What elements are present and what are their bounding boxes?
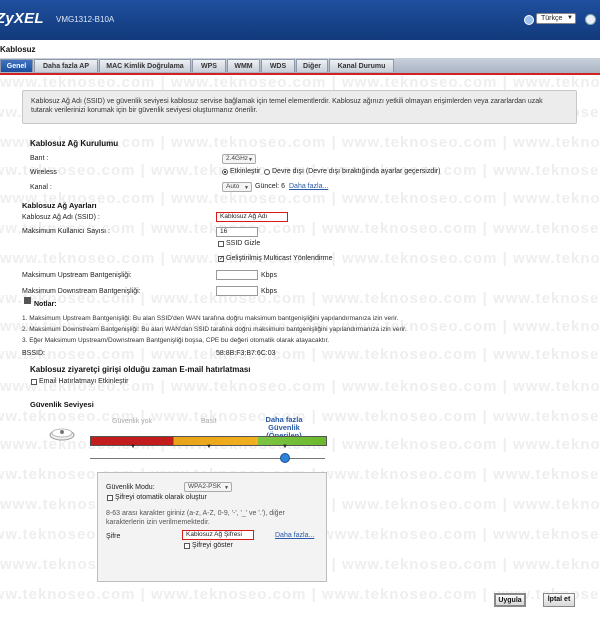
ssid-input[interactable]: Kablosuz Ağ Adı	[216, 212, 288, 222]
security-mode-value: WPA2-PSK	[188, 483, 222, 490]
watermark-text: www.teknoseo.com | www.teknoseo.com | ww…	[0, 74, 600, 91]
disable-radio[interactable]	[264, 169, 270, 175]
channel-label: Kanal :	[30, 184, 52, 191]
page-title: Kablosuz	[0, 45, 36, 54]
hide-ssid-checkbox[interactable]	[218, 241, 224, 247]
notes-title: Notlar:	[34, 301, 57, 308]
note-3: 3. Eğer Maksimum Upstream/Downstream Ban…	[22, 337, 330, 344]
band-value: 2.4GHz	[226, 155, 249, 162]
channel-more-link[interactable]: Daha fazla...	[289, 183, 328, 190]
password-input[interactable]: Kablosuz Ağ Şifresi	[182, 530, 254, 540]
tab-wds[interactable]: WDS	[261, 59, 295, 72]
tab-bar: Genel Daha fazla AP MAC Kimlik Doğrulama…	[0, 58, 600, 75]
device-model: VMG1312-B10A	[56, 15, 115, 24]
tick-high-icon: ▼	[282, 444, 288, 450]
watermark-text: www.teknoseo.com | www.teknoseo.com | ww…	[0, 586, 600, 603]
max-clients-input[interactable]: 16	[216, 227, 258, 237]
enable-radio[interactable]	[222, 169, 228, 175]
globe-icon	[524, 15, 534, 25]
chevron-down-icon: ▼	[567, 15, 573, 21]
note-1: 1. Maksimum Upstream Bantgenişliği: Bu a…	[22, 315, 399, 322]
router-icon	[48, 424, 76, 442]
tab-wmm[interactable]: WMM	[227, 59, 260, 72]
upstream-input[interactable]	[216, 270, 258, 280]
guest-title: Kablosuz ziyaretçi girişi olduğu zaman E…	[30, 365, 251, 374]
tab-wps[interactable]: WPS	[192, 59, 226, 72]
network-title: Kablosuz Ağ Ayarları	[22, 201, 97, 210]
tab-channel-status[interactable]: Kanal Durumu	[329, 59, 394, 72]
upstream-unit: Kbps	[261, 272, 277, 279]
tab-more-ap[interactable]: Daha fazla AP	[34, 59, 98, 72]
downstream-input[interactable]	[216, 286, 258, 296]
multicast-label: Geliştirilmiş Multicast Yönlendirme	[226, 255, 333, 262]
security-title: Güvenlik Seviyesi	[30, 400, 94, 409]
note-2: 2. Maksimum Downstream Bantgenişliği: Bu…	[22, 326, 407, 333]
show-password-label: Şifreyi göster	[192, 542, 233, 549]
logout-icon[interactable]	[585, 14, 596, 25]
hide-ssid-label: SSID Gizle	[226, 240, 261, 247]
tab-mac-auth[interactable]: MAC Kimlik Doğrulama	[99, 59, 191, 72]
password-hint-1: 8-63 arası karakter giriniz (a-z, A-Z, 0…	[106, 510, 285, 517]
wireless-label: Wireless	[30, 169, 57, 176]
upstream-label: Maksimum Upstream Bantgenişliği:	[22, 272, 132, 279]
level-basic-label: Basit	[201, 418, 217, 425]
disable-label: Devre dışı (Devre dışı bıraktığında ayar…	[272, 168, 441, 175]
auto-generate-checkbox[interactable]	[107, 495, 113, 501]
watermark-text: www.teknoseo.com | www.teknoseo.com | ww…	[0, 346, 600, 363]
email-reminder-checkbox[interactable]	[31, 379, 37, 385]
show-password-checkbox[interactable]	[184, 543, 190, 549]
chevron-down-icon: ▼	[224, 485, 229, 491]
ssid-label: Kablosuz Ağ Adı (SSID) :	[22, 214, 100, 221]
downstream-label: Maksimum Downstream Bantgenişliği:	[22, 288, 141, 295]
channel-value: Auto	[226, 183, 240, 190]
tab-other[interactable]: Diğer	[296, 59, 328, 72]
password-hint-2: karakterlerin izin verilmemektedir.	[106, 519, 210, 526]
level-low-label: Güvenlik yok	[112, 418, 153, 425]
password-label: Şifre	[106, 533, 121, 540]
multicast-checkbox[interactable]: ✓	[218, 256, 224, 262]
bssid-value: 58:8B:F3:B7:6C:03	[216, 350, 276, 357]
chevron-down-icon: ▼	[244, 185, 249, 191]
note-icon	[24, 297, 31, 304]
band-label: Bant :	[30, 155, 49, 162]
band-select[interactable]: 2.4GHz ▼	[222, 154, 256, 164]
max-clients-label: Maksimum Kullanıcı Sayısı :	[22, 228, 110, 235]
security-mode-select[interactable]: WPA2-PSK ▼	[184, 482, 232, 492]
current-channel: Güncel: 6	[255, 183, 285, 190]
cancel-button[interactable]: İptal et	[543, 593, 575, 607]
info-line-2: tutarak verilerinizi korumak için bir gü…	[31, 107, 258, 114]
apply-button[interactable]: Uygula	[494, 593, 526, 607]
info-line-1: Kablosuz Ağ Adı (SSID) ve güvenlik seviy…	[31, 98, 543, 105]
auto-generate-label: Şifreyi otomatik olarak oluştur	[115, 494, 207, 501]
tab-genel[interactable]: Genel	[0, 59, 33, 72]
security-mode-label: Güvenlik Modu:	[106, 484, 155, 491]
tick-low-icon: ▼	[130, 444, 136, 450]
slider-knob[interactable]	[280, 453, 291, 463]
chevron-down-icon: ▼	[248, 157, 253, 163]
info-box: Kablosuz Ağ Adı (SSID) ve güvenlik seviy…	[22, 90, 577, 124]
brand-logo: ZyXEL	[0, 10, 44, 27]
security-more-link[interactable]: Daha fazla...	[275, 532, 314, 539]
channel-select[interactable]: Auto ▼	[222, 182, 252, 192]
language-select[interactable]: Türkçe ▼	[536, 13, 576, 24]
downstream-unit: Kbps	[261, 288, 277, 295]
tick-basic-icon: ▼	[206, 444, 212, 450]
email-reminder-label: Email Hatırlatmayı Etkinleştir	[39, 378, 129, 385]
enable-label: Etkinleştir	[230, 168, 261, 175]
language-value: Türkçe	[541, 15, 563, 22]
setup-title: Kablosuz Ağ Kurulumu	[30, 139, 119, 148]
bssid-label: BSSID:	[22, 350, 45, 357]
